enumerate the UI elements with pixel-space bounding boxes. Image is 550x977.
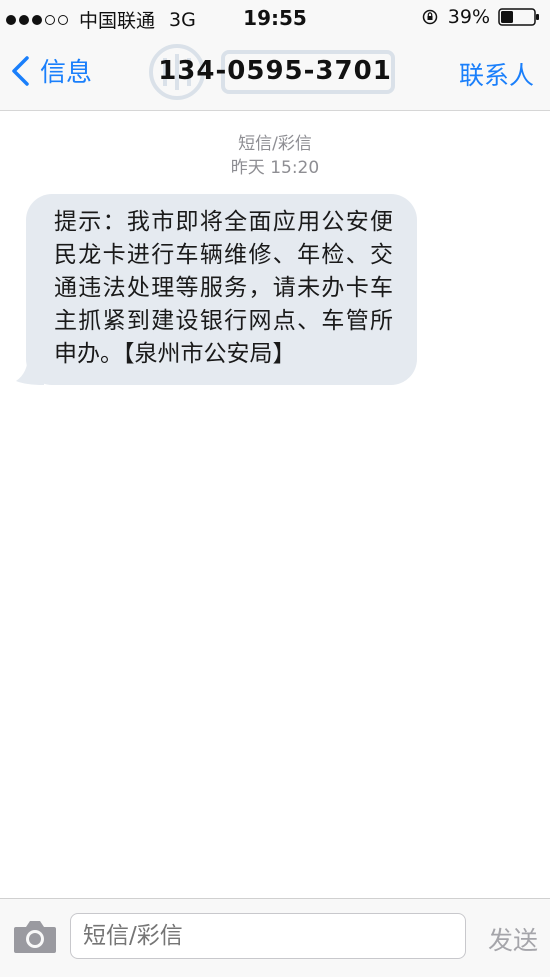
message-bubble-wrapper: 提示：我市即将全面应用公安便民龙卡进行车辆维修、年检、交通违法处理等服务，请未办… (16, 194, 417, 385)
message-timestamp: 昨天 15:20 (230, 158, 320, 178)
battery-icon (498, 8, 539, 26)
message-header: 短信/彩信 昨天 15:20 (0, 132, 550, 180)
nav-bar: 信息 134-0595-3701 联系人 (0, 36, 550, 111)
status-right: 39% (422, 6, 540, 28)
message-type-label: 短信/彩信 (238, 134, 312, 154)
camera-icon[interactable] (12, 917, 58, 955)
incoming-message-bubble[interactable]: 提示：我市即将全面应用公安便民龙卡进行车辆维修、年检、交通违法处理等服务，请未办… (26, 194, 417, 385)
status-bar: 中国联通 3G 19:55 39% (0, 0, 550, 36)
message-text: 提示：我市即将全面应用公安便民龙卡进行车辆维修、年检、交通违法处理等服务，请未办… (54, 209, 393, 367)
rotation-lock-icon (422, 9, 438, 25)
message-input[interactable] (70, 913, 466, 959)
battery-percent: 39% (447, 6, 490, 28)
contact-button[interactable]: 联系人 (459, 56, 534, 92)
send-button[interactable]: 发送 (488, 921, 538, 957)
input-bar: 发送 (0, 898, 550, 977)
